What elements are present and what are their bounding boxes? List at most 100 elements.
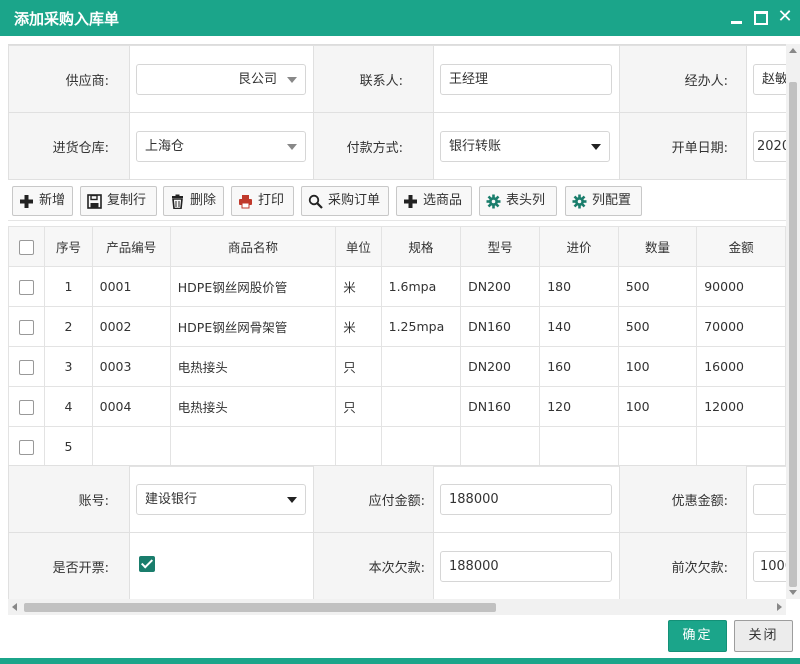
- cell-name[interactable]: 电热接头: [169, 386, 337, 427]
- cell-price[interactable]: 180: [539, 266, 619, 307]
- scroll-right-icon[interactable]: [777, 603, 782, 611]
- cell-model[interactable]: [460, 426, 541, 467]
- title-bar[interactable]: 添加采购入库单 ✕: [0, 0, 800, 36]
- col-header-price[interactable]: 进价: [539, 226, 619, 267]
- cell-name[interactable]: HDPE钢丝网股价管: [169, 266, 337, 307]
- vertical-scroll-thumb[interactable]: [789, 82, 797, 587]
- row-checkbox[interactable]: [19, 399, 35, 415]
- cell-code[interactable]: 0002: [91, 306, 171, 347]
- cell-price[interactable]: 120: [539, 386, 619, 427]
- cell-unit[interactable]: 米: [335, 266, 382, 307]
- horizontal-scrollbar[interactable]: [8, 599, 786, 615]
- cell-amount[interactable]: 70000: [696, 306, 786, 347]
- cell-model[interactable]: DN200: [460, 346, 541, 387]
- col-header-model[interactable]: 型号: [460, 226, 541, 267]
- row-checkbox[interactable]: [19, 439, 35, 455]
- row-checkbox[interactable]: [19, 359, 35, 375]
- cell-code[interactable]: 0003: [91, 346, 171, 387]
- confirm-button[interactable]: 确定: [668, 620, 727, 652]
- warehouse-select[interactable]: 上海仓: [136, 130, 306, 162]
- cell-qty[interactable]: 100: [617, 386, 698, 427]
- payment-select[interactable]: 银行转账: [440, 130, 610, 162]
- horizontal-scroll-thumb[interactable]: [24, 603, 496, 612]
- handler-input[interactable]: 赵敏: [753, 63, 786, 95]
- cell-spec[interactable]: [380, 346, 462, 387]
- col-header-code[interactable]: 产品编号: [91, 226, 171, 267]
- cell-spec[interactable]: [380, 426, 462, 467]
- account-value: 建设银行: [145, 491, 198, 507]
- table-row[interactable]: 3 0003 电热接头 只 DN200 160 100 16000: [8, 346, 786, 387]
- cell-unit[interactable]: 只: [335, 386, 382, 427]
- cell-spec[interactable]: 1.6mpa: [380, 266, 462, 307]
- invoice-label: 是否开票:: [8, 532, 130, 599]
- cell-name[interactable]: [169, 426, 337, 467]
- cell-spec[interactable]: 1.25mpa: [380, 306, 462, 347]
- col-header-name[interactable]: 商品名称: [169, 226, 337, 267]
- col-header-qty[interactable]: 数量: [617, 226, 698, 267]
- cell-qty[interactable]: 500: [617, 266, 698, 307]
- cell-qty[interactable]: 100: [617, 346, 698, 387]
- cell-model[interactable]: DN160: [460, 386, 541, 427]
- purchase-order-button[interactable]: 采购订单: [301, 186, 389, 216]
- cell-model[interactable]: DN200: [460, 266, 541, 307]
- select-all-checkbox[interactable]: [19, 239, 35, 255]
- supplier-select[interactable]: 艮公司: [136, 63, 306, 95]
- cell-price[interactable]: [539, 426, 619, 467]
- header-columns-button[interactable]: 表头列: [479, 186, 557, 216]
- invoice-checkbox[interactable]: [139, 556, 155, 572]
- cell-price[interactable]: 160: [539, 346, 619, 387]
- cell-amount[interactable]: [696, 426, 786, 467]
- cell-unit[interactable]: [335, 426, 382, 467]
- cell-price[interactable]: 140: [539, 306, 619, 347]
- cell-name[interactable]: 电热接头: [169, 346, 337, 387]
- row-checkbox[interactable]: [19, 319, 35, 335]
- minimize-icon[interactable]: [728, 9, 746, 27]
- cell-spec[interactable]: [380, 386, 462, 427]
- cell-unit[interactable]: 米: [335, 306, 382, 347]
- cell-code[interactable]: 0004: [91, 386, 171, 427]
- cell-unit[interactable]: 只: [335, 346, 382, 387]
- vertical-scrollbar[interactable]: [786, 44, 800, 599]
- debt-input[interactable]: 188000: [440, 550, 612, 582]
- scroll-left-icon[interactable]: [12, 603, 17, 611]
- cell-amount[interactable]: 16000: [696, 346, 786, 387]
- table-row[interactable]: 4 0004 电热接头 只 DN160 120 100 12000: [8, 386, 786, 427]
- col-header-no[interactable]: 序号: [44, 226, 93, 267]
- maximize-icon[interactable]: [752, 9, 770, 27]
- cell-no: 3: [44, 346, 93, 387]
- cell-no: 1: [44, 266, 93, 307]
- print-button[interactable]: 打印: [231, 186, 294, 216]
- delete-button[interactable]: 删除: [163, 186, 224, 216]
- cell-name[interactable]: HDPE钢丝网骨架管: [169, 306, 337, 347]
- account-select[interactable]: 建设银行: [136, 483, 306, 515]
- col-header-spec[interactable]: 规格: [380, 226, 462, 267]
- cell-amount[interactable]: 90000: [696, 266, 786, 307]
- discount-input[interactable]: [753, 483, 786, 515]
- cell-code[interactable]: 0001: [91, 266, 171, 307]
- close-button[interactable]: 关闭: [734, 620, 793, 652]
- add-button[interactable]: 新增: [12, 186, 73, 216]
- prev-debt-input[interactable]: 1000.: [753, 550, 786, 582]
- row-checkbox[interactable]: [19, 279, 35, 295]
- select-all-cell[interactable]: [8, 226, 46, 267]
- scroll-down-icon[interactable]: [789, 590, 797, 595]
- select-product-button[interactable]: 选商品: [396, 186, 472, 216]
- date-input[interactable]: 2020-0: [753, 130, 786, 162]
- close-icon[interactable]: ✕: [776, 8, 794, 27]
- table-row[interactable]: 1 0001 HDPE钢丝网股价管 米 1.6mpa DN200 180 500…: [8, 266, 786, 307]
- cell-amount[interactable]: 12000: [696, 386, 786, 427]
- col-header-unit[interactable]: 单位: [335, 226, 382, 267]
- table-row[interactable]: 2 0002 HDPE钢丝网骨架管 米 1.25mpa DN160 140 50…: [8, 306, 786, 347]
- grid-header-row: 序号 产品编号 商品名称 单位 规格 型号 进价 数量 金额: [8, 226, 786, 267]
- copy-row-button[interactable]: 复制行: [80, 186, 157, 216]
- contact-input[interactable]: 王经理: [440, 63, 612, 95]
- cell-qty[interactable]: 500: [617, 306, 698, 347]
- column-config-button[interactable]: 列配置: [565, 186, 642, 216]
- scroll-up-icon[interactable]: [789, 48, 797, 53]
- cell-model[interactable]: DN160: [460, 306, 541, 347]
- table-row[interactable]: 5: [8, 426, 786, 467]
- cell-code[interactable]: [91, 426, 171, 467]
- payable-input[interactable]: 188000: [440, 483, 612, 515]
- cell-qty[interactable]: [617, 426, 698, 467]
- col-header-amount[interactable]: 金额: [696, 226, 786, 267]
